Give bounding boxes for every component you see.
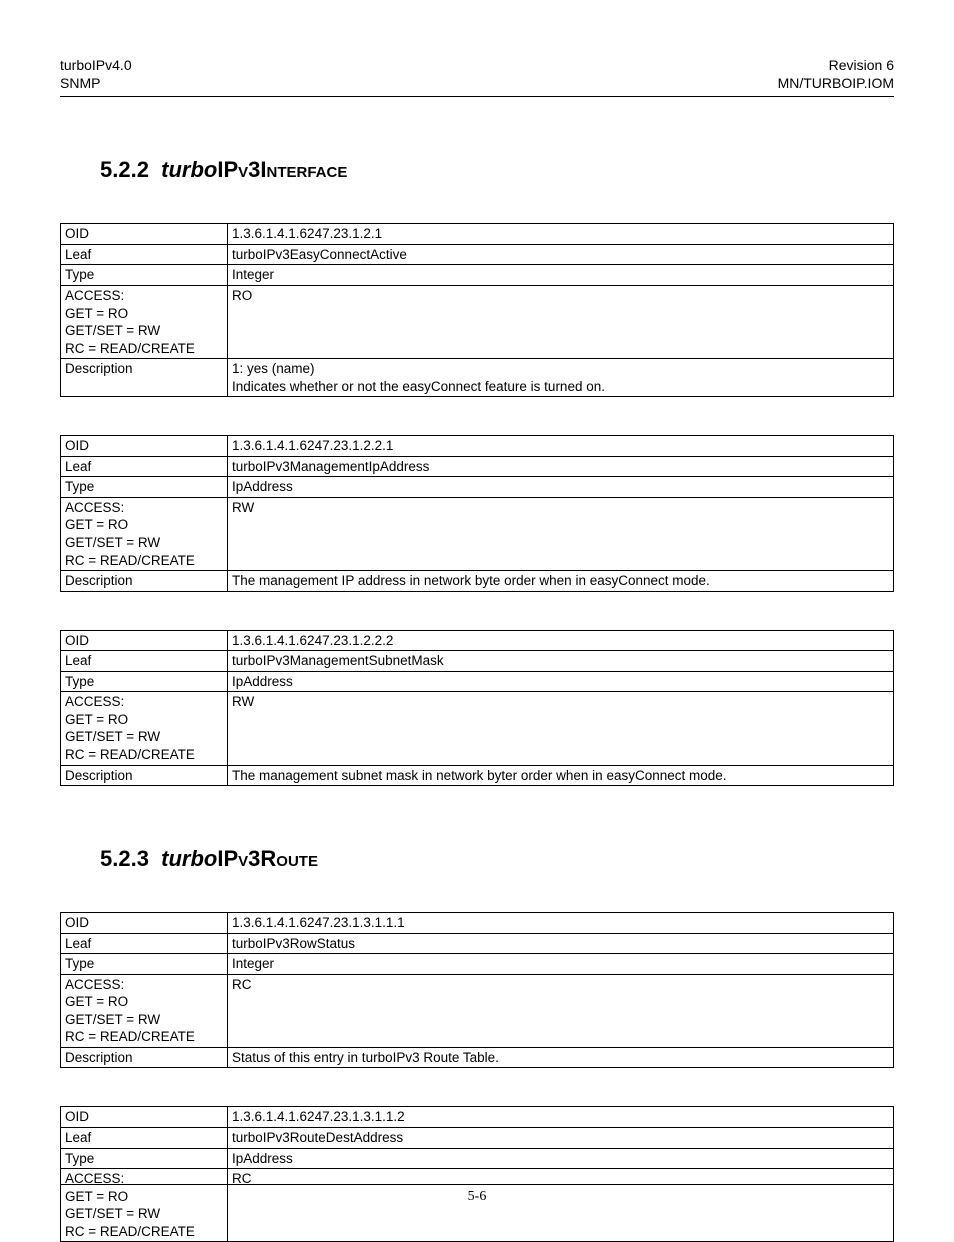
row-label-leaf: Leaf xyxy=(61,933,228,954)
table-row: TypeInteger xyxy=(61,954,894,975)
row-value-oid: 1.3.6.1.4.1.6247.23.1.3.1.1.1 xyxy=(228,913,894,934)
row-label-leaf: Leaf xyxy=(61,456,228,477)
table-row: LeafturboIPv3EasyConnectActive xyxy=(61,244,894,265)
mib-table: OID1.3.6.1.4.1.6247.23.1.3.1.1.2Leafturb… xyxy=(60,1106,894,1242)
table-row: LeafturboIPv3ManagementIpAddress xyxy=(61,456,894,477)
row-label-oid: OID xyxy=(61,913,228,934)
table-row: ACCESS: GET = RO GET/SET = RW RC = READ/… xyxy=(61,692,894,765)
table-row: ACCESS: GET = RO GET/SET = RW RC = READ/… xyxy=(61,286,894,359)
row-value-leaf: turboIPv3RowStatus xyxy=(228,933,894,954)
row-label-type: Type xyxy=(61,1148,228,1169)
table-row: Description1: yes (name) Indicates wheth… xyxy=(61,359,894,397)
mib-table: OID1.3.6.1.4.1.6247.23.1.2.1LeafturboIPv… xyxy=(60,223,894,397)
row-label-access: ACCESS: GET = RO GET/SET = RW RC = READ/… xyxy=(61,286,228,359)
table-row: TypeIpAddress xyxy=(61,1148,894,1169)
row-label-type: Type xyxy=(61,477,228,498)
row-label-type: Type xyxy=(61,954,228,975)
page-footer: 5-6 xyxy=(60,1184,894,1205)
row-value-type: IpAddress xyxy=(228,671,894,692)
row-value-access: RC xyxy=(228,1169,894,1242)
row-value-type: Integer xyxy=(228,265,894,286)
table-row: ACCESS: GET = RO GET/SET = RW RC = READ/… xyxy=(61,974,894,1047)
row-value-description: Status of this entry in turboIPv3 Route … xyxy=(228,1047,894,1068)
row-value-leaf: turboIPv3EasyConnectActive xyxy=(228,244,894,265)
page: turboIPv4.0 SNMP Revision 6 MN/TURBOIP.I… xyxy=(0,0,954,1235)
table-row: LeafturboIPv3RouteDestAddress xyxy=(61,1127,894,1148)
row-label-access: ACCESS: GET = RO GET/SET = RW RC = READ/… xyxy=(61,974,228,1047)
row-label-type: Type xyxy=(61,671,228,692)
header-left-line-1: turboIPv4.0 xyxy=(60,56,132,74)
mib-table: OID1.3.6.1.4.1.6247.23.1.2.2.2LeafturboI… xyxy=(60,630,894,786)
table-row: OID1.3.6.1.4.1.6247.23.1.2.2.2 xyxy=(61,630,894,651)
row-label-type: Type xyxy=(61,265,228,286)
row-value-type: IpAddress xyxy=(228,477,894,498)
table-row: DescriptionThe management IP address in … xyxy=(61,571,894,592)
row-label-oid: OID xyxy=(61,630,228,651)
table-row: DescriptionStatus of this entry in turbo… xyxy=(61,1047,894,1068)
row-label-access: ACCESS: GET = RO GET/SET = RW RC = READ/… xyxy=(61,497,228,570)
row-value-oid: 1.3.6.1.4.1.6247.23.1.3.1.1.2 xyxy=(228,1107,894,1128)
row-value-oid: 1.3.6.1.4.1.6247.23.1.2.2.1 xyxy=(228,436,894,457)
row-value-description: The management IP address in network byt… xyxy=(228,571,894,592)
table-row: OID1.3.6.1.4.1.6247.23.1.2.1 xyxy=(61,224,894,245)
row-label-description: Description xyxy=(61,765,228,786)
row-value-leaf: turboIPv3ManagementSubnetMask xyxy=(228,651,894,672)
row-label-oid: OID xyxy=(61,1107,228,1128)
row-value-oid: 1.3.6.1.4.1.6247.23.1.2.2.2 xyxy=(228,630,894,651)
row-value-oid: 1.3.6.1.4.1.6247.23.1.2.1 xyxy=(228,224,894,245)
row-label-oid: OID xyxy=(61,436,228,457)
mib-table: OID1.3.6.1.4.1.6247.23.1.2.2.1LeafturboI… xyxy=(60,435,894,591)
header-right-line-2: MN/TURBOIP.IOM xyxy=(778,74,894,92)
section-heading: 5.2.3 turboIPv3Route xyxy=(100,846,894,872)
table-row: LeafturboIPv3RowStatus xyxy=(61,933,894,954)
table-row: ACCESS: GET = RO GET/SET = RW RC = READ/… xyxy=(61,1169,894,1242)
footer-rule xyxy=(60,1184,894,1185)
row-label-access: ACCESS: GET = RO GET/SET = RW RC = READ/… xyxy=(61,692,228,765)
row-value-access: RW xyxy=(228,497,894,570)
row-value-access: RW xyxy=(228,692,894,765)
row-value-leaf: turboIPv3RouteDestAddress xyxy=(228,1127,894,1148)
table-row: OID1.3.6.1.4.1.6247.23.1.3.1.1.1 xyxy=(61,913,894,934)
row-value-description: 1: yes (name) Indicates whether or not t… xyxy=(228,359,894,397)
row-label-description: Description xyxy=(61,571,228,592)
table-row: TypeIpAddress xyxy=(61,671,894,692)
row-label-leaf: Leaf xyxy=(61,244,228,265)
row-value-type: Integer xyxy=(228,954,894,975)
header-left: turboIPv4.0 SNMP xyxy=(60,56,132,92)
row-label-access: ACCESS: GET = RO GET/SET = RW RC = READ/… xyxy=(61,1169,228,1242)
row-label-description: Description xyxy=(61,1047,228,1068)
header-right: Revision 6 MN/TURBOIP.IOM xyxy=(778,56,894,92)
table-row: OID1.3.6.1.4.1.6247.23.1.3.1.1.2 xyxy=(61,1107,894,1128)
page-header: turboIPv4.0 SNMP Revision 6 MN/TURBOIP.I… xyxy=(60,56,894,92)
table-row: DescriptionThe management subnet mask in… xyxy=(61,765,894,786)
header-rule xyxy=(60,96,894,97)
table-row: TypeInteger xyxy=(61,265,894,286)
header-right-line-1: Revision 6 xyxy=(778,56,894,74)
row-label-leaf: Leaf xyxy=(61,651,228,672)
row-label-leaf: Leaf xyxy=(61,1127,228,1148)
section-heading: 5.2.2 turboIPv3Interface xyxy=(100,157,894,183)
row-value-leaf: turboIPv3ManagementIpAddress xyxy=(228,456,894,477)
table-row: OID1.3.6.1.4.1.6247.23.1.2.2.1 xyxy=(61,436,894,457)
table-row: LeafturboIPv3ManagementSubnetMask xyxy=(61,651,894,672)
table-row: ACCESS: GET = RO GET/SET = RW RC = READ/… xyxy=(61,497,894,570)
row-value-type: IpAddress xyxy=(228,1148,894,1169)
row-value-description: The management subnet mask in network by… xyxy=(228,765,894,786)
row-label-description: Description xyxy=(61,359,228,397)
header-left-line-2: SNMP xyxy=(60,74,132,92)
mib-table: OID1.3.6.1.4.1.6247.23.1.3.1.1.1Leafturb… xyxy=(60,912,894,1068)
row-label-oid: OID xyxy=(61,224,228,245)
row-value-access: RO xyxy=(228,286,894,359)
page-number: 5-6 xyxy=(60,1189,894,1205)
row-value-access: RC xyxy=(228,974,894,1047)
table-row: TypeIpAddress xyxy=(61,477,894,498)
